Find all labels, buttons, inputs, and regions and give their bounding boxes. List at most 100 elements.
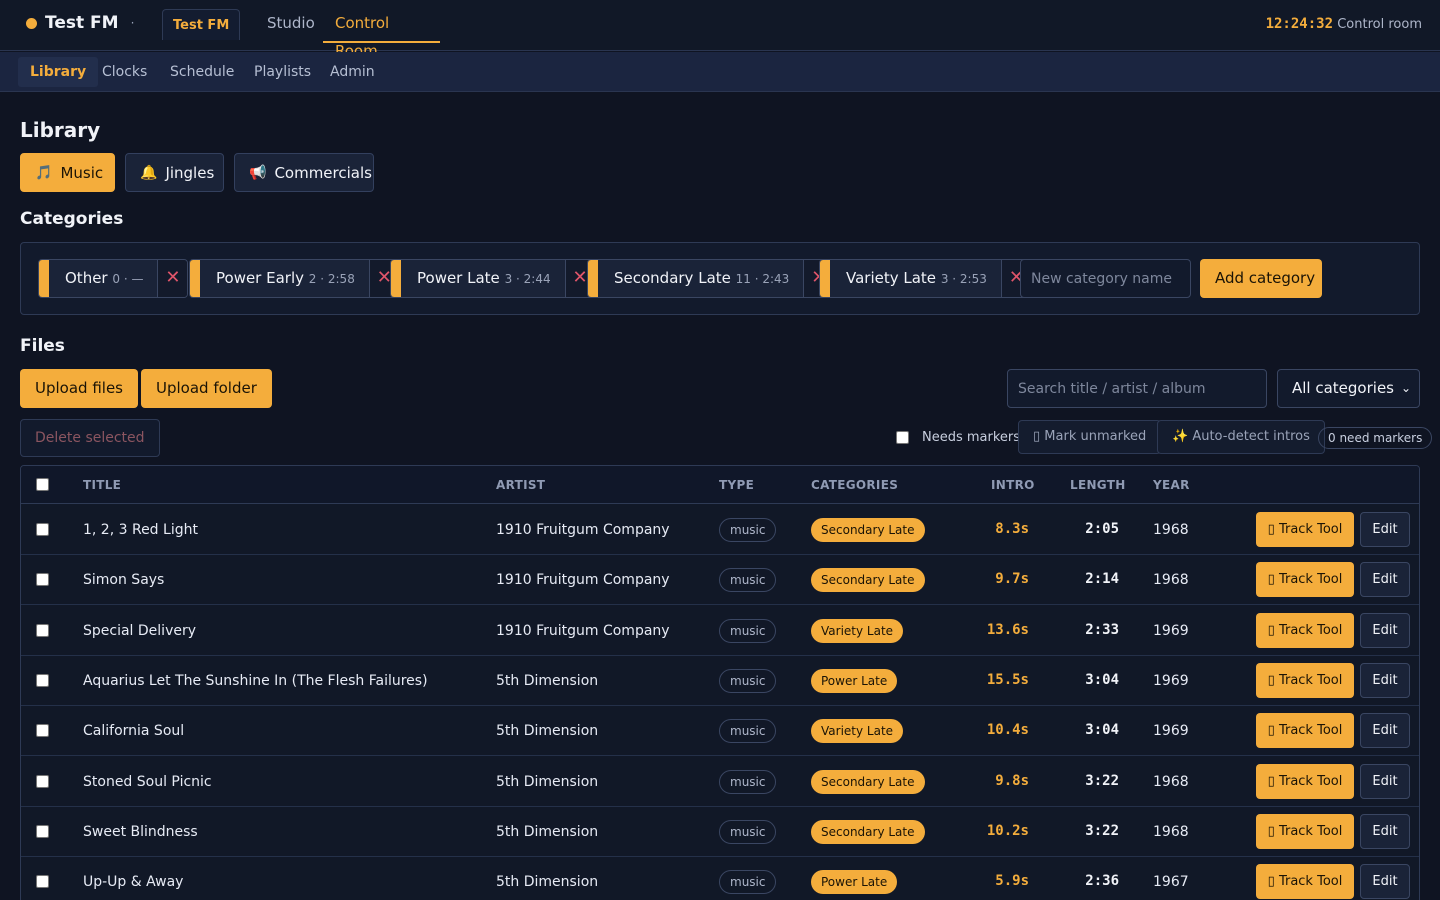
upload-folder-button[interactable]: Upload folder <box>141 369 272 408</box>
page-title: Library <box>20 118 101 142</box>
edit-button[interactable]: Edit <box>1360 512 1410 547</box>
track-tool-button[interactable]: ▯ Track Tool <box>1256 562 1354 598</box>
column-length[interactable]: LENGTH <box>1070 478 1126 492</box>
category-label[interactable]: Power Early 2 · 2:58 <box>200 260 369 297</box>
commercials-type-button[interactable]: 📢 Commercials <box>234 153 374 192</box>
category-chip-power-late[interactable]: Power Late 3 · 2:44 ✕ <box>390 259 596 298</box>
track-year: 1968 <box>1153 773 1189 790</box>
mark-unmarked-label: Mark unmarked <box>1044 429 1147 444</box>
row-checkbox[interactable] <box>36 875 49 889</box>
track-tool-button[interactable]: ▯ Track Tool <box>1256 763 1354 799</box>
track-year: 1968 <box>1153 572 1189 589</box>
category-label[interactable]: Secondary Late 11 · 2:43 <box>598 260 804 297</box>
edit-button[interactable]: Edit <box>1360 562 1410 598</box>
category-label[interactable]: Variety Late 3 · 2:53 <box>830 260 1001 297</box>
nav-library[interactable]: Library <box>18 57 99 87</box>
table-row[interactable]: Sweet Blindness 5th Dimension music Seconda… <box>21 807 1419 857</box>
row-checkbox[interactable] <box>36 523 49 536</box>
megaphone-icon: 📢 <box>249 164 267 181</box>
table-row[interactable]: Up-Up & Away 5th Dimension music Power Late… <box>21 857 1419 900</box>
track-year: 1967 <box>1153 874 1189 891</box>
category-chip-secondary-late[interactable]: Secondary Late 11 · 2:43 ✕ <box>587 259 835 298</box>
track-year: 1968 <box>1153 823 1189 840</box>
category-filter-select[interactable]: All categories ⌄ <box>1277 369 1420 408</box>
category-badge: Power Late <box>811 668 898 693</box>
categories-panel: Other 0 · — ✕ Power Early 2 · 2:58 ✕ Pow… <box>20 242 1420 315</box>
add-category-button[interactable]: Add category <box>1200 259 1322 298</box>
nav-admin[interactable]: Admin <box>318 57 387 87</box>
jingles-type-button[interactable]: 🔔 Jingles <box>125 153 224 192</box>
column-year[interactable]: YEAR <box>1153 478 1190 492</box>
edit-button[interactable]: Edit <box>1360 763 1410 799</box>
categories-heading: Categories <box>20 209 124 229</box>
track-tool-label: Track Tool <box>1278 622 1343 638</box>
table-row[interactable]: Simon Says 1910 Fruitgum Company music Seco… <box>21 555 1419 606</box>
tab-control-room[interactable]: Control Room <box>323 9 440 60</box>
edit-button[interactable]: Edit <box>1360 662 1410 698</box>
category-chip-other[interactable]: Other 0 · — ✕ <box>38 259 189 298</box>
new-category-input[interactable] <box>1020 259 1191 298</box>
table-row[interactable]: California Soul 5th Dimension music Variety… <box>21 706 1419 757</box>
column-type[interactable]: TYPE <box>719 478 754 492</box>
upload-files-button[interactable]: Upload files <box>20 369 138 408</box>
needs-markers-checkbox[interactable] <box>896 431 909 444</box>
row-checkbox[interactable] <box>36 774 49 788</box>
track-tool-button[interactable]: ▯ Track Tool <box>1256 713 1354 749</box>
category-label[interactable]: Power Late 3 · 2:44 <box>401 260 565 297</box>
edit-button[interactable]: Edit <box>1360 813 1410 849</box>
category-badge: Variety Late <box>811 719 904 744</box>
track-tool-button[interactable]: ▯ Track Tool <box>1256 612 1354 648</box>
type-badge: music <box>719 668 777 693</box>
chevron-down-icon: ⌄ <box>1400 381 1411 395</box>
edit-button[interactable]: Edit <box>1360 864 1410 900</box>
marker-icon: ▯ <box>1267 622 1275 638</box>
type-badge: music <box>719 568 777 593</box>
files-table: TITLE ARTIST TYPE CATEGORIES INTRO LENGT… <box>20 465 1420 900</box>
select-all-checkbox[interactable] <box>36 478 49 491</box>
row-checkbox[interactable] <box>36 573 49 587</box>
row-checkbox[interactable] <box>36 824 49 838</box>
category-label[interactable]: Other 0 · — <box>49 260 158 297</box>
status-dot-icon <box>26 17 37 29</box>
table-header: TITLE ARTIST TYPE CATEGORIES INTRO LENGT… <box>21 466 1419 504</box>
main-nav: Library Clocks Schedule Playlists Admin <box>0 52 1440 92</box>
track-tool-button[interactable]: ▯ Track Tool <box>1256 512 1354 547</box>
row-checkbox[interactable] <box>36 623 49 637</box>
music-type-button[interactable]: 🎵 Music <box>20 153 115 192</box>
needs-markers-filter[interactable]: Needs markers <box>896 430 1020 445</box>
track-tool-button[interactable]: ▯ Track Tool <box>1256 813 1354 849</box>
intro-time: 9.7s <box>995 571 1029 588</box>
table-row[interactable]: Aquarius Let The Sunshine In (The Flesh … <box>21 656 1419 706</box>
column-artist[interactable]: ARTIST <box>496 478 545 492</box>
row-checkbox[interactable] <box>36 673 49 687</box>
track-length: 3:22 <box>1085 772 1119 789</box>
track-tool-button[interactable]: ▯ Track Tool <box>1256 864 1354 900</box>
tab-studio[interactable]: Studio <box>255 9 327 43</box>
nav-clocks[interactable]: Clocks <box>90 57 159 87</box>
remove-category-icon[interactable]: ✕ <box>157 260 188 297</box>
track-tool-button[interactable]: ▯ Track Tool <box>1256 662 1354 698</box>
category-chip-power-early[interactable]: Power Early 2 · 2:58 ✕ <box>189 259 400 298</box>
nav-schedule[interactable]: Schedule <box>158 57 246 87</box>
column-categories[interactable]: CATEGORIES <box>811 478 898 492</box>
mark-unmarked-button[interactable]: ▯ Mark unmarked <box>1018 420 1162 454</box>
category-chip-variety-late[interactable]: Variety Late 3 · 2:53 ✕ <box>819 259 1032 298</box>
table-row[interactable]: 1, 2, 3 Red Light 1910 Fruitgum Company mu… <box>21 505 1419 555</box>
intro-time: 9.8s <box>995 772 1029 789</box>
table-row[interactable]: Special Delivery 1910 Fruitgum Company mus… <box>21 606 1419 656</box>
column-title[interactable]: TITLE <box>83 478 121 492</box>
row-checkbox[interactable] <box>36 724 49 738</box>
station-tab[interactable]: Test FM <box>162 9 241 40</box>
search-input[interactable] <box>1007 369 1267 408</box>
category-color-swatch <box>391 260 401 297</box>
column-intro[interactable]: INTRO <box>991 478 1035 492</box>
table-row[interactable]: Stoned Soul Picnic 5th Dimension music Seco… <box>21 757 1419 807</box>
edit-button[interactable]: Edit <box>1360 713 1410 749</box>
auto-detect-intros-button[interactable]: ✨ Auto-detect intros <box>1157 420 1325 454</box>
nav-playlists[interactable]: Playlists <box>242 57 323 87</box>
delete-selected-button[interactable]: Delete selected <box>20 419 160 457</box>
track-title: Special Delivery <box>83 622 197 639</box>
category-badge: Secondary Late <box>811 819 925 844</box>
track-length: 2:14 <box>1085 571 1119 588</box>
edit-button[interactable]: Edit <box>1360 612 1410 648</box>
